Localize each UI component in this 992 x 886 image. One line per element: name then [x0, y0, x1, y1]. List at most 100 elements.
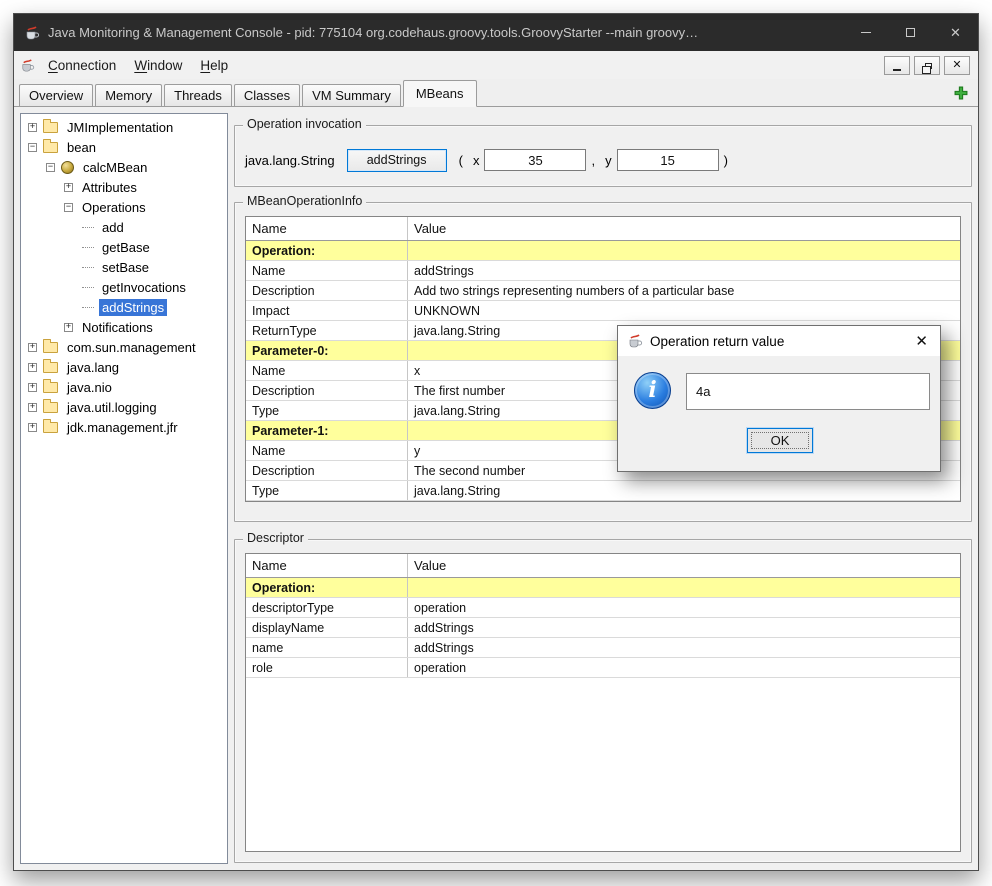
tree-item-addstrings[interactable]: addStrings: [21, 297, 227, 317]
mbean-tree: JMImplementation bean calcMBean Attribut…: [20, 113, 228, 864]
table-row[interactable]: displayNameaddStrings: [246, 618, 960, 638]
tab-mbeans[interactable]: MBeans: [403, 80, 477, 107]
table-row[interactable]: ImpactUNKNOWN: [246, 301, 960, 321]
expand-icon[interactable]: [28, 403, 37, 412]
tree-connector: [82, 267, 94, 268]
collapse-icon[interactable]: [28, 143, 37, 152]
window-minimize-button[interactable]: [843, 14, 888, 51]
table-header: NameValue: [246, 554, 960, 578]
close-icon: ✕: [950, 26, 961, 39]
tree-item-java-util-logging[interactable]: java.util.logging: [21, 397, 227, 417]
tree-connector: [82, 247, 94, 248]
tree-item-notifications[interactable]: Notifications: [21, 317, 227, 337]
comma-separator: ,: [591, 153, 595, 168]
tree-connector: [82, 307, 94, 308]
frame-close-button[interactable]: ✕: [944, 56, 970, 75]
operation-invocation-group: Operation invocation java.lang.String ad…: [234, 125, 972, 187]
folder-icon: [43, 142, 58, 153]
tree-item-jdk-management-jfr[interactable]: jdk.management.jfr: [21, 417, 227, 437]
tab-bar: Overview Memory Threads Classes VM Summa…: [14, 79, 978, 107]
table-row[interactable]: NameaddStrings: [246, 261, 960, 281]
return-value-field[interactable]: [686, 373, 930, 410]
table-row[interactable]: Typejava.lang.String: [246, 481, 960, 501]
collapse-icon[interactable]: [46, 163, 55, 172]
group-title: Operation invocation: [243, 117, 366, 131]
internal-frame-controls: ✕: [884, 56, 978, 75]
ok-button[interactable]: OK: [747, 428, 813, 453]
window-title: Java Monitoring & Management Console - p…: [48, 25, 843, 40]
expand-icon[interactable]: [28, 423, 37, 432]
window-titlebar: Java Monitoring & Management Console - p…: [14, 14, 978, 51]
invoke-addstrings-button[interactable]: addStrings: [347, 149, 447, 172]
table-row[interactable]: Operation:: [246, 578, 960, 598]
tree-item-bean[interactable]: bean: [21, 137, 227, 157]
folder-icon: [43, 422, 58, 433]
folder-icon: [43, 402, 58, 413]
info-icon: [634, 372, 671, 409]
dialog-titlebar: Operation return value ✕: [618, 326, 940, 356]
expand-icon[interactable]: [64, 323, 73, 332]
tree-item-operations[interactable]: Operations: [21, 197, 227, 217]
expand-icon[interactable]: [28, 343, 37, 352]
menu-help[interactable]: Help: [191, 51, 237, 79]
folder-icon: [43, 342, 58, 353]
window-maximize-button[interactable]: [888, 14, 933, 51]
dialog-title: Operation return value: [650, 334, 912, 349]
collapse-icon[interactable]: [64, 203, 73, 212]
folder-icon: [43, 362, 58, 373]
table-row[interactable]: Operation:: [246, 241, 960, 261]
mbeans-pane: JMImplementation bean calcMBean Attribut…: [14, 107, 978, 870]
tree-item-add[interactable]: add: [21, 217, 227, 237]
group-title: MBeanOperationInfo: [243, 194, 366, 208]
tree-item-java-lang[interactable]: java.lang: [21, 357, 227, 377]
java-app-icon: [24, 25, 40, 41]
tree-item-attributes[interactable]: Attributes: [21, 177, 227, 197]
descriptor-group: Descriptor NameValue Operation: descript…: [234, 539, 972, 863]
tree-connector: [82, 287, 94, 288]
tree-item-java-nio[interactable]: java.nio: [21, 377, 227, 397]
table-row[interactable]: DescriptionAdd two strings representing …: [246, 281, 960, 301]
frame-restore-button[interactable]: [914, 56, 940, 75]
param-y-label: y: [605, 153, 612, 168]
expand-icon[interactable]: [64, 183, 73, 192]
dialog-body: OK: [618, 356, 940, 471]
dialog-close-button[interactable]: ✕: [912, 334, 931, 349]
tab-overview[interactable]: Overview: [19, 84, 93, 106]
window-close-button[interactable]: ✕: [933, 14, 978, 51]
return-type-label: java.lang.String: [245, 153, 335, 168]
frame-restore-icon: [925, 63, 932, 69]
param-x-label: x: [473, 153, 480, 168]
group-title: Descriptor: [243, 531, 308, 545]
param-x-input[interactable]: [484, 149, 586, 171]
tab-memory[interactable]: Memory: [95, 84, 162, 106]
new-connection-plus-icon[interactable]: [954, 86, 968, 100]
mbean-icon: [61, 161, 74, 174]
minimize-icon: [861, 32, 871, 33]
tab-threads[interactable]: Threads: [164, 84, 232, 106]
frame-close-icon: ✕: [952, 60, 961, 71]
expand-icon[interactable]: [28, 363, 37, 372]
expand-icon[interactable]: [28, 383, 37, 392]
menu-connection[interactable]: Connection: [39, 51, 125, 79]
tab-classes[interactable]: Classes: [234, 84, 300, 106]
tree-item-jmimplementation[interactable]: JMImplementation: [21, 117, 227, 137]
table-row[interactable]: nameaddStrings: [246, 638, 960, 658]
table-row[interactable]: descriptorTypeoperation: [246, 598, 960, 618]
menu-window[interactable]: Window: [125, 51, 191, 79]
tree-item-getinvocations[interactable]: getInvocations: [21, 277, 227, 297]
expand-icon[interactable]: [28, 123, 37, 132]
folder-icon: [43, 122, 58, 133]
folder-icon: [43, 382, 58, 393]
table-row[interactable]: roleoperation: [246, 658, 960, 678]
paren-open: (: [459, 153, 463, 168]
param-y-input[interactable]: [617, 149, 719, 171]
tab-vm-summary[interactable]: VM Summary: [302, 84, 401, 106]
tree-item-getbase[interactable]: getBase: [21, 237, 227, 257]
frame-minimize-button[interactable]: [884, 56, 910, 75]
tree-item-calcmbean[interactable]: calcMBean: [21, 157, 227, 177]
operation-return-value-dialog: Operation return value ✕ OK: [617, 325, 941, 472]
tree-item-com-sun-management[interactable]: com.sun.management: [21, 337, 227, 357]
tree-item-setbase[interactable]: setBase: [21, 257, 227, 277]
operation-panel: Operation invocation java.lang.String ad…: [234, 113, 972, 864]
frame-java-icon: [20, 58, 35, 73]
